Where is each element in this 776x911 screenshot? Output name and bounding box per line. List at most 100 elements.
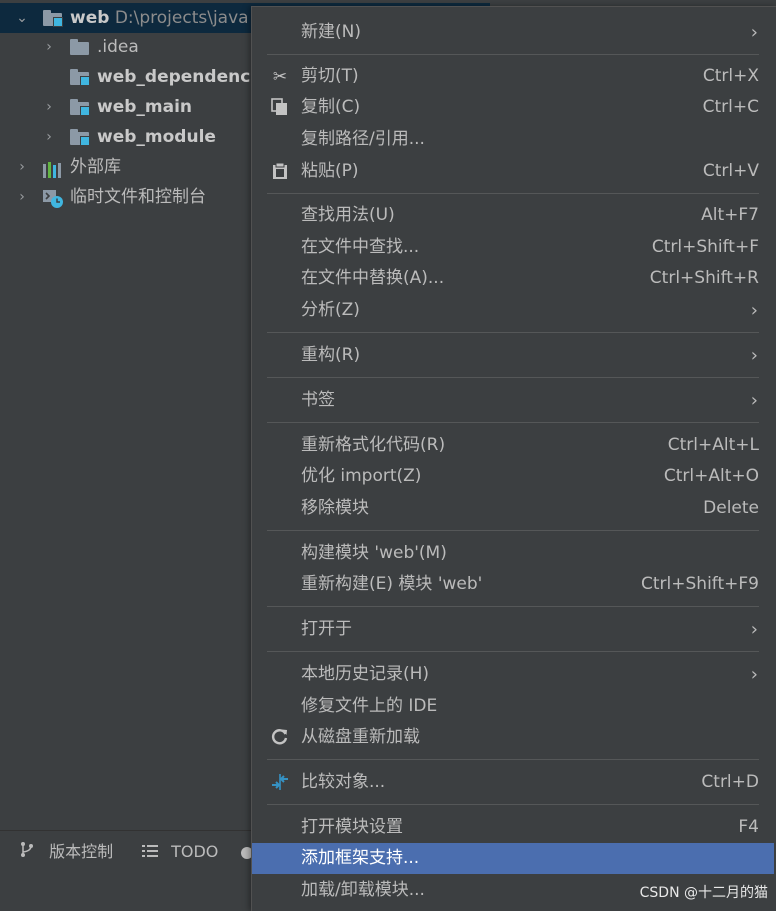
branch-icon <box>20 832 38 874</box>
tree-item-label: 临时文件和控制台 <box>70 187 206 207</box>
menu-item-label: 复制(C) <box>301 97 361 117</box>
menu-item-label: 在文件中替换(A)... <box>301 268 445 288</box>
tree-item-label: .idea <box>97 37 139 57</box>
menu-item-shortcut: Ctrl+Alt+L <box>667 435 759 455</box>
tab-label: TODO <box>171 842 219 861</box>
menu-item-label: 新建(N) <box>301 22 361 42</box>
menu-item-shortcut: Ctrl+Alt+O <box>663 466 759 486</box>
menu-item-paste[interactable]: 粘贴(P) Ctrl+V <box>252 156 774 187</box>
menu-item-label: 重新格式化代码(R) <box>301 435 446 455</box>
menu-item-shortcut: Ctrl+D <box>701 772 759 792</box>
menu-item-label: 修复文件上的 IDE <box>301 696 438 716</box>
module-folder-icon <box>70 69 90 86</box>
menu-item-build-module[interactable]: 构建模块 'web'(M) <box>252 538 774 569</box>
menu-item-shortcut: Ctrl+Shift+F9 <box>641 574 759 594</box>
menu-item-analyze[interactable]: 分析(Z) › <box>252 295 774 326</box>
menu-item-label: 构建模块 'web'(M) <box>301 543 447 563</box>
menu-item-shortcut: Alt+F7 <box>701 205 759 225</box>
tab-todo[interactable]: TODO <box>142 831 218 873</box>
menu-item-reformat-code[interactable]: 重新格式化代码(R) Ctrl+Alt+L <box>252 430 774 461</box>
paste-icon <box>270 162 290 182</box>
chevron-right-icon[interactable]: › <box>14 182 30 212</box>
library-icon <box>42 159 62 178</box>
chevron-right-icon: › <box>750 390 758 411</box>
menu-separator <box>267 377 759 378</box>
chevron-down-icon[interactable]: ⌄ <box>14 3 30 33</box>
menu-separator <box>267 54 759 55</box>
menu-item-label: 查找用法(U) <box>301 205 395 225</box>
menu-item-replace-in-files[interactable]: 在文件中替换(A)... Ctrl+Shift+R <box>252 263 774 294</box>
menu-item-label: 复制路径/引用... <box>301 129 425 149</box>
menu-separator <box>267 193 759 194</box>
copy-icon <box>270 98 290 118</box>
folder-icon <box>70 39 90 56</box>
menu-separator <box>267 422 759 423</box>
menu-item-label: 剪切(T) <box>301 66 359 86</box>
menu-item-label: 重新构建(E) 模块 'web' <box>301 574 483 594</box>
menu-item-repair-ide[interactable]: 修复文件上的 IDE <box>252 691 774 722</box>
chevron-right-icon: › <box>750 345 758 366</box>
menu-item-shortcut: F4 <box>738 817 759 837</box>
chevron-right-icon[interactable]: › <box>41 122 57 152</box>
menu-item-label: 打开模块设置 <box>301 817 403 837</box>
tree-item-label: web_module <box>97 127 216 147</box>
menu-separator <box>267 606 759 607</box>
menu-item-optimize-imports[interactable]: 优化 import(Z) Ctrl+Alt+O <box>252 461 774 492</box>
module-folder-icon <box>70 129 90 146</box>
menu-item-label: 移除模块 <box>301 498 369 518</box>
menu-item-remove-module[interactable]: 移除模块 Delete <box>252 493 774 524</box>
tree-item-label: web D:\projects\java <box>70 3 249 33</box>
menu-item-open-module-settings[interactable]: 打开模块设置 F4 <box>252 812 774 843</box>
chevron-right-icon: › <box>750 664 758 685</box>
watermark: CSDN @十二月的猫 <box>639 885 768 901</box>
menu-item-refactor[interactable]: 重构(R) › <box>252 340 774 371</box>
menu-item-shortcut: Delete <box>703 498 759 518</box>
menu-item-add-framework-support[interactable]: 添加框架支持... <box>252 843 774 874</box>
menu-item-compare-with[interactable]: 比较对象... Ctrl+D <box>252 767 774 798</box>
tab-label: 版本控制 <box>49 842 114 861</box>
menu-item-shortcut: Ctrl+X <box>702 66 759 86</box>
menu-separator <box>267 759 759 760</box>
chevron-right-icon[interactable]: › <box>41 92 57 122</box>
menu-item-label: 粘贴(P) <box>301 161 359 181</box>
chevron-right-icon[interactable]: › <box>14 152 30 182</box>
menu-item-find-in-files[interactable]: 在文件中查找... Ctrl+Shift+F <box>252 232 774 263</box>
menu-item-new[interactable]: 新建(N) › <box>252 17 774 48</box>
menu-item-label: 书签 <box>301 390 335 410</box>
tree-item-label: web_dependencie <box>97 67 268 87</box>
menu-item-shortcut: Ctrl+C <box>702 97 759 117</box>
menu-item-rebuild-module[interactable]: 重新构建(E) 模块 'web' Ctrl+Shift+F9 <box>252 569 774 600</box>
menu-item-label: 分析(Z) <box>301 300 360 320</box>
menu-item-cut[interactable]: ✂ 剪切(T) Ctrl+X <box>252 61 774 92</box>
menu-item-label: 从磁盘重新加载 <box>301 727 420 747</box>
list-icon <box>142 832 160 874</box>
menu-item-open-in[interactable]: 打开于 › <box>252 614 774 645</box>
chevron-right-icon[interactable]: › <box>41 32 57 62</box>
scratch-console-icon <box>42 189 63 208</box>
module-folder-icon <box>70 99 90 116</box>
menu-item-label: 重构(R) <box>301 345 361 365</box>
menu-item-find-usages[interactable]: 查找用法(U) Alt+F7 <box>252 200 774 231</box>
compare-icon <box>270 773 290 793</box>
menu-item-reload-from-disk[interactable]: 从磁盘重新加载 <box>252 722 774 753</box>
chevron-right-icon: › <box>750 300 758 321</box>
menu-item-copy-path[interactable]: 复制路径/引用... <box>252 124 774 155</box>
tree-item-label: web_main <box>97 97 193 117</box>
chevron-right-icon: › <box>750 22 758 43</box>
chevron-right-icon: › <box>750 619 758 640</box>
menu-separator <box>267 804 759 805</box>
menu-item-label: 在文件中查找... <box>301 237 420 257</box>
menu-item-copy[interactable]: 复制(C) Ctrl+C <box>252 92 774 123</box>
scissors-icon: ✂ <box>272 67 288 87</box>
menu-separator <box>267 530 759 531</box>
menu-item-label: 加载/卸载模块... <box>301 880 425 900</box>
menu-item-bookmarks[interactable]: 书签 › <box>252 385 774 416</box>
menu-separator <box>267 332 759 333</box>
tab-version-control[interactable]: 版本控制 <box>20 831 113 873</box>
menu-item-label: 打开于 <box>301 619 352 639</box>
menu-item-label: 优化 import(Z) <box>301 466 422 486</box>
root-name: web <box>70 8 110 28</box>
menu-separator <box>267 651 759 652</box>
menu-item-local-history[interactable]: 本地历史记录(H) › <box>252 659 774 690</box>
context-menu: 新建(N) › ✂ 剪切(T) Ctrl+X 复制(C) Ctrl+C 复制路径… <box>251 6 776 911</box>
